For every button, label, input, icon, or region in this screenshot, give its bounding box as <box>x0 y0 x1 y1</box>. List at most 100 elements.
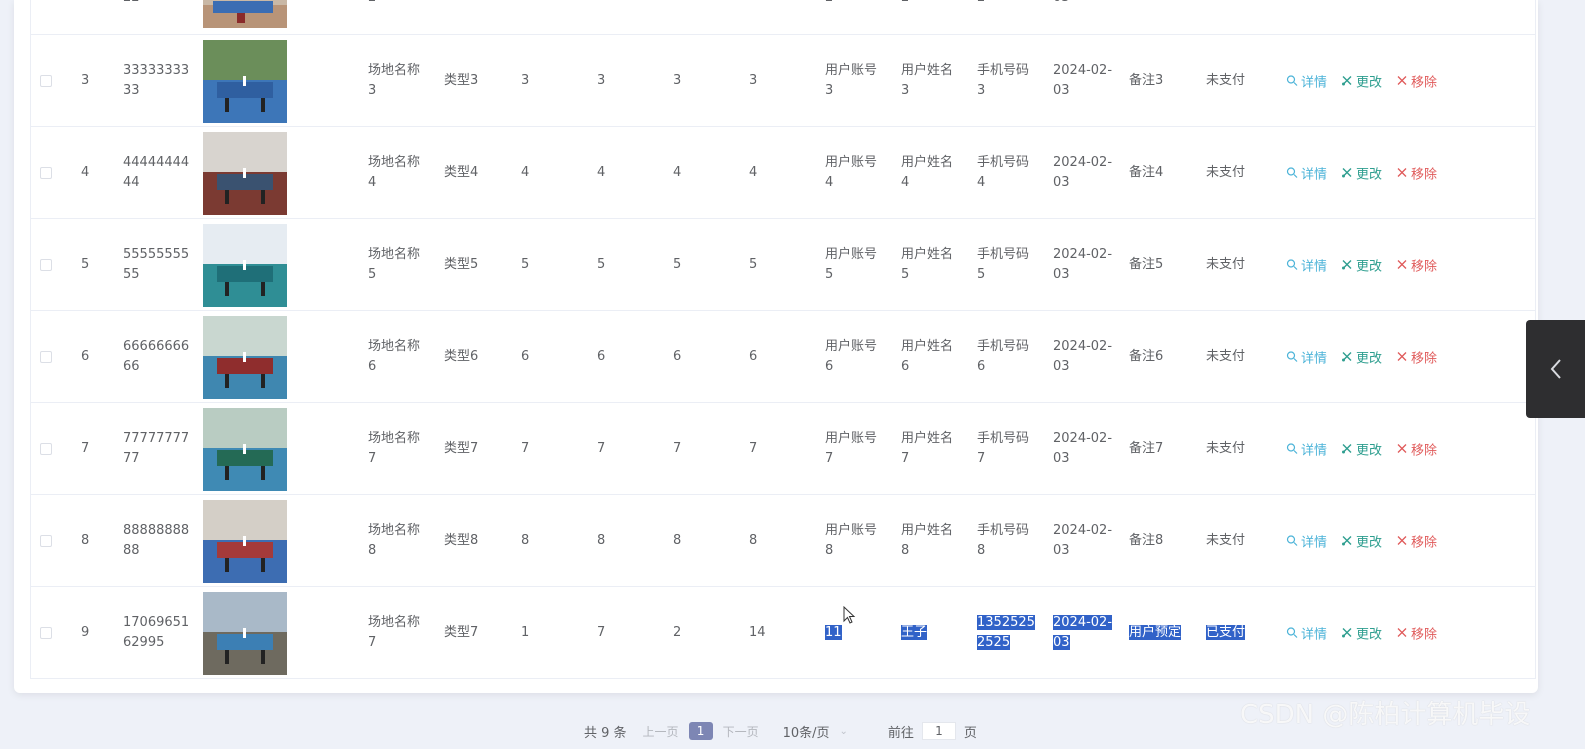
row-actions: 详情 更改 移除 <box>1286 623 1437 642</box>
detail-button[interactable]: 详情 <box>1286 163 1327 182</box>
edit-button[interactable]: 更改 <box>1341 347 1382 366</box>
row-checkbox[interactable] <box>40 534 52 547</box>
cell-value: 8 <box>673 532 682 548</box>
cell-index: 4 <box>81 164 90 180</box>
cell-value: 8 <box>597 532 606 548</box>
edit-button[interactable]: 更改 <box>1341 163 1382 182</box>
detail-label: 详情 <box>1301 443 1328 458</box>
cell-booking-no: 7777777777 <box>123 430 190 466</box>
cell-date-text: 2024-02-03 <box>1053 246 1113 282</box>
cell-value: 6 <box>521 348 530 364</box>
cell-phone-text: 手机号码4 <box>977 154 1030 190</box>
cell-user-name: 王子 <box>901 623 961 643</box>
cell-value: 7 <box>597 624 606 640</box>
cell-venue-name: 2 <box>368 0 428 8</box>
cell-note-text: 备注5 <box>1129 256 1164 272</box>
cell-date-text: 2024-02-03 <box>1053 522 1113 558</box>
close-icon <box>1397 536 1407 545</box>
cell-user-name-text: 用户姓名7 <box>901 430 954 466</box>
cell-user-name-text: 用户姓名4 <box>901 154 954 190</box>
remove-button[interactable]: 移除 <box>1396 163 1437 182</box>
cell-index: 6 <box>81 348 90 364</box>
detail-button[interactable]: 详情 <box>1286 255 1327 274</box>
cell-venue-type: 类型8 <box>444 532 479 548</box>
cell-date: 2024-02-03 <box>1053 521 1115 561</box>
row-actions: 详情 更改 移除 <box>1286 531 1437 550</box>
remove-button[interactable]: 移除 <box>1396 255 1437 274</box>
cell-payment-status-text: 未支付 <box>1206 440 1246 456</box>
cell-user-name-text: 用户姓名8 <box>901 522 954 558</box>
detail-button[interactable]: 详情 <box>1286 439 1327 458</box>
pagination-total: 共 9 条 <box>584 725 627 741</box>
prev-page-button[interactable]: 上一页 <box>643 723 679 740</box>
goto-page-input[interactable] <box>921 722 956 740</box>
edit-label: 更改 <box>1356 75 1383 90</box>
close-icon <box>1397 444 1407 453</box>
remove-label: 移除 <box>1411 75 1438 90</box>
cell-phone-text: 手机号码8 <box>977 522 1030 558</box>
table-card: 22 2 2 2 2 03 3 3333333333 <box>14 0 1538 693</box>
cell-phone: 手机号码7 <box>977 429 1037 469</box>
table-body: 3 3333333333 场地名称3 类型3 3 3 3 3 用户账号3 用户姓… <box>30 35 1536 679</box>
next-page-button[interactable]: 下一页 <box>723 723 759 740</box>
sidebar-toggle-button[interactable] <box>1526 320 1585 418</box>
cell-value: 3 <box>597 72 606 88</box>
remove-button[interactable]: 移除 <box>1396 71 1437 90</box>
cell-payment-status-text: 未支付 <box>1206 348 1246 364</box>
row-checkbox[interactable] <box>40 74 52 87</box>
cell-venue-name: 场地名称5 <box>368 246 421 282</box>
cell-user-account-text: 用户账号3 <box>825 62 878 98</box>
cell-date-text: 2024-02-03 <box>1053 338 1113 374</box>
edit-button[interactable]: 更改 <box>1341 623 1382 642</box>
edit-button[interactable]: 更改 <box>1341 255 1382 274</box>
edit-label: 更改 <box>1356 443 1383 458</box>
row-checkbox[interactable] <box>40 258 52 271</box>
scissors-icon <box>1342 260 1352 270</box>
edit-button[interactable]: 更改 <box>1341 71 1382 90</box>
cell-date-text: 2024-02-03 <box>1053 154 1113 190</box>
detail-button[interactable]: 详情 <box>1286 531 1327 550</box>
remove-button[interactable]: 移除 <box>1396 531 1437 550</box>
cell-phone: 手机号码3 <box>977 61 1037 101</box>
remove-button[interactable]: 移除 <box>1396 439 1437 458</box>
row-checkbox[interactable] <box>40 350 52 363</box>
detail-button[interactable]: 详情 <box>1286 71 1327 90</box>
cell-note-text: 用户预定 <box>1129 624 1182 640</box>
venue-photo <box>203 407 287 491</box>
cell-phone: 手机号码5 <box>977 245 1037 285</box>
row-checkbox[interactable] <box>40 626 52 639</box>
venue-photo <box>203 223 287 307</box>
cell-value: 2 <box>673 624 682 640</box>
scissors-icon <box>1342 536 1352 546</box>
edit-button[interactable]: 更改 <box>1341 531 1382 550</box>
table-row: 8 8888888888 场地名称8 类型8 8 8 8 8 用户账号8 用户姓… <box>30 495 1536 587</box>
remove-button[interactable]: 移除 <box>1396 347 1437 366</box>
cell-user-account: 用户账号3 <box>825 61 885 101</box>
edit-button[interactable]: 更改 <box>1341 439 1382 458</box>
cell-value: 6 <box>673 348 682 364</box>
cell-date: 2024-02-03 <box>1053 245 1115 285</box>
cell-payment-status-text: 已支付 <box>1206 624 1246 640</box>
detail-button[interactable]: 详情 <box>1286 623 1327 642</box>
search-plus-icon <box>1286 75 1298 86</box>
close-icon <box>1397 628 1407 637</box>
detail-label: 详情 <box>1301 535 1328 550</box>
row-checkbox[interactable] <box>40 166 52 179</box>
remove-button[interactable]: 移除 <box>1396 623 1437 642</box>
row-actions: 详情 更改 移除 <box>1286 71 1437 90</box>
cell-venue-name: 场地名称6 <box>368 338 421 374</box>
row-checkbox[interactable] <box>40 442 52 455</box>
mouse-cursor-icon <box>843 606 856 624</box>
cell-user-name: 用户姓名3 <box>901 61 961 101</box>
cell-note: 备注4 <box>1129 163 1163 183</box>
cell-value: 8 <box>749 532 758 548</box>
cell-user-name: 用户姓名7 <box>901 429 961 469</box>
detail-button[interactable]: 详情 <box>1286 347 1327 366</box>
edit-label: 更改 <box>1356 259 1383 274</box>
close-icon <box>1397 260 1407 269</box>
cell-user-account-text: 用户账号7 <box>825 430 878 466</box>
page-size-select[interactable]: 10条/页 ⌄ <box>783 722 848 741</box>
cell-value: 5 <box>749 256 758 272</box>
page-number-active[interactable]: 1 <box>688 722 713 740</box>
cell-venue-name: 场地名称7 <box>368 430 421 466</box>
